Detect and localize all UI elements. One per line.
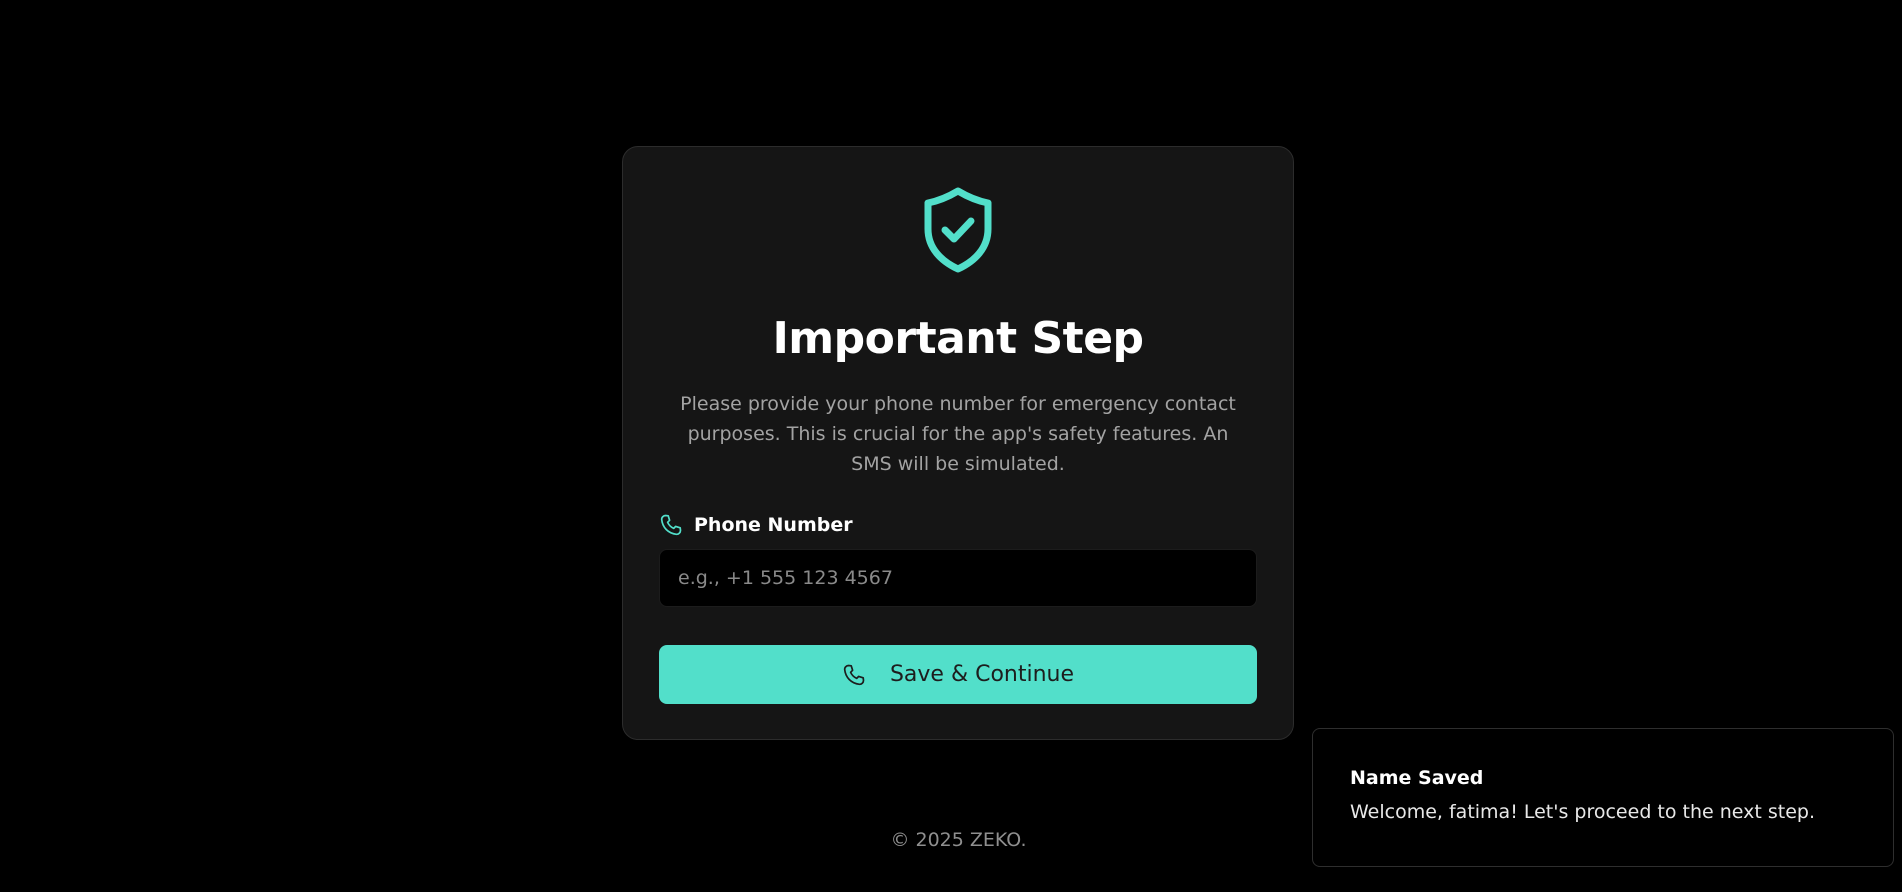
- phone-icon: [660, 514, 682, 536]
- shield-check-icon: [924, 187, 992, 273]
- save-continue-button[interactable]: Save & Continue: [659, 645, 1257, 704]
- page-title: Important Step: [772, 313, 1144, 364]
- description-text: Please provide your phone number for eme…: [680, 393, 1236, 475]
- phone-label-row: Phone Number: [659, 513, 853, 537]
- phone-number-input[interactable]: [659, 549, 1257, 607]
- toast-notification: Name Saved Welcome, fatima! Let's procee…: [1312, 728, 1894, 867]
- phone-icon: [843, 664, 865, 685]
- shield-icon-wrap: [623, 185, 1293, 275]
- page: Important Step Please provide your phone…: [0, 0, 1902, 892]
- toast-title: Name Saved: [1350, 767, 1484, 789]
- phone-setup-card: Important Step Please provide your phone…: [622, 146, 1294, 740]
- toast-message: Welcome, fatima! Let's proceed to the ne…: [1350, 801, 1816, 823]
- phone-number-label: Phone Number: [694, 514, 853, 536]
- save-continue-label: Save & Continue: [889, 662, 1075, 687]
